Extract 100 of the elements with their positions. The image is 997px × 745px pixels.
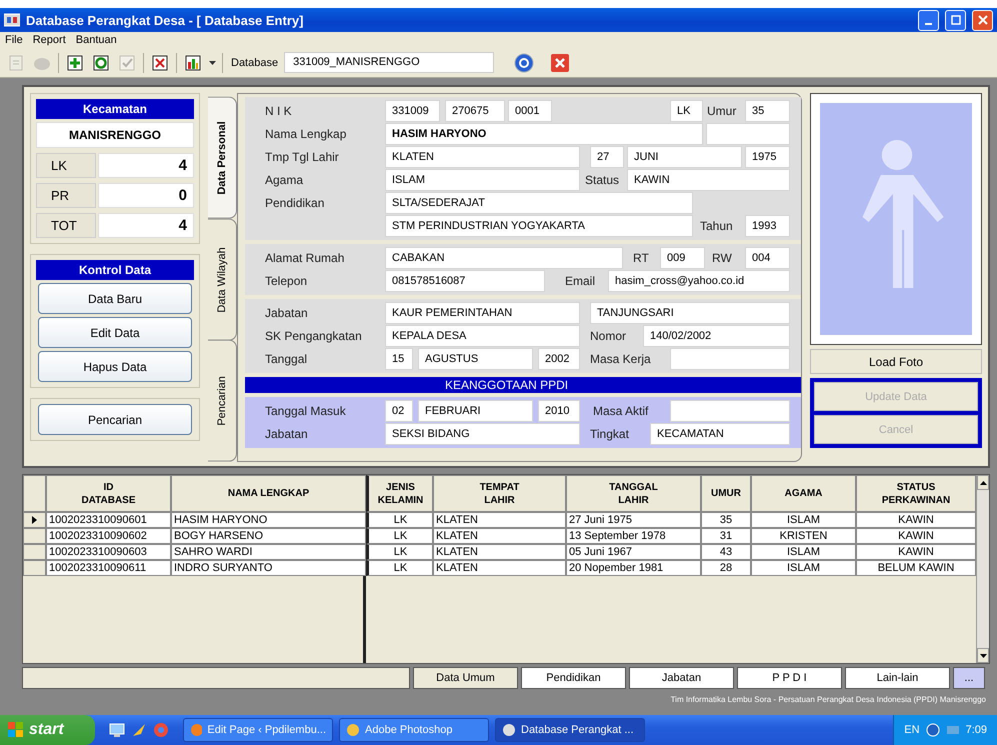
database-field[interactable]: 331009_MANISRENGGO — [284, 52, 494, 73]
table-cell: KAWIN — [856, 528, 976, 544]
input-field[interactable]: 35 — [745, 100, 790, 122]
load-photo-button[interactable]: Load Foto — [810, 349, 982, 374]
side-tab[interactable]: Pencarian — [208, 340, 237, 462]
input-field[interactable] — [670, 348, 790, 370]
toolbar-button[interactable] — [65, 52, 85, 72]
control-button[interactable]: Edit Data — [38, 317, 192, 348]
bottom-tab[interactable]: Pendidikan — [521, 667, 626, 689]
input-field[interactable]: 15 — [385, 348, 413, 370]
input-field[interactable]: 270675 — [445, 100, 505, 122]
input-field[interactable]: 1993 — [745, 215, 790, 237]
input-field[interactable]: KAUR PEMERINTAHAN — [385, 302, 580, 324]
input-field[interactable]: KECAMATAN — [650, 423, 790, 445]
input-field[interactable]: KAWIN — [627, 169, 790, 191]
table-cell: KLATEN — [433, 560, 566, 576]
bottom-tab[interactable]: P P D I — [737, 667, 842, 689]
table-cell: BELUM KAWIN — [856, 560, 976, 576]
input-field[interactable]: hasim_cross@yahoo.co.id — [608, 270, 790, 292]
taskbar-button[interactable]: Edit Page ‹ Ppdilembu... — [183, 718, 333, 742]
input-field[interactable]: 02 — [385, 400, 413, 422]
input-field[interactable]: SEKSI BIDANG — [385, 423, 580, 445]
field-label: Tmp Tgl Lahir — [265, 150, 340, 164]
bottom-tab[interactable]: Lain-lain — [845, 667, 950, 689]
column-header[interactable]: JENIS KELAMIN — [366, 475, 433, 512]
caret-icon[interactable] — [209, 60, 216, 64]
more-button[interactable]: ... — [953, 667, 985, 689]
input-field[interactable]: KEPALA DESA — [385, 325, 580, 347]
tray-icon[interactable] — [926, 723, 940, 737]
help-icon[interactable] — [514, 52, 534, 72]
person-placeholder-icon — [820, 103, 972, 335]
database-label: Database — [231, 56, 278, 68]
taskbar-button[interactable]: Database Perangkat ... — [495, 718, 645, 742]
column-header[interactable]: AGAMA — [751, 475, 856, 512]
input-field[interactable]: FEBRUARI — [418, 400, 533, 422]
input-field[interactable]: STM PERINDUSTRIAN YOGYAKARTA — [385, 215, 693, 237]
input-field[interactable]: JUNI — [627, 146, 742, 168]
control-button[interactable]: Data Baru — [38, 283, 192, 314]
close-icon — [152, 54, 168, 70]
column-header[interactable]: UMUR — [701, 475, 751, 512]
table-cell: 28 — [701, 560, 751, 576]
column-header[interactable]: ID DATABASE — [46, 475, 171, 512]
taskbar-button[interactable]: Adobe Photoshop — [339, 718, 489, 742]
input-field[interactable] — [670, 400, 790, 422]
minimize-button[interactable] — [918, 10, 939, 30]
field-label: Email — [565, 274, 596, 288]
close-button[interactable] — [972, 10, 993, 30]
input-field[interactable]: ISLAM — [385, 169, 580, 191]
input-field[interactable]: CABAKAN — [385, 247, 623, 269]
input-field[interactable]: 2002 — [538, 348, 580, 370]
document-icon — [9, 54, 23, 70]
table-cell: LK — [366, 544, 433, 560]
input-field[interactable]: 004 — [745, 247, 790, 269]
column-header[interactable]: STATUS PERKAWINAN — [856, 475, 976, 512]
column-header[interactable]: TEMPAT LAHIR — [433, 475, 566, 512]
table-cell: 20 Nopember 1981 — [566, 560, 701, 576]
input-field[interactable]: 009 — [660, 247, 705, 269]
table-cell: 05 Juni 1967 — [566, 544, 701, 560]
current-row-icon — [32, 516, 37, 524]
input-field[interactable]: SLTA/SEDERAJAT — [385, 192, 693, 214]
menu-item[interactable]: File — [5, 34, 23, 46]
scrollbar[interactable] — [976, 475, 989, 663]
input-field[interactable]: KLATEN — [385, 146, 580, 168]
input-field[interactable]: 081578516087 — [385, 270, 545, 292]
input-field[interactable]: TANJUNGSARI — [590, 302, 790, 324]
input-field[interactable]: 2010 — [538, 400, 580, 422]
input-field[interactable]: LK — [670, 100, 703, 122]
maximize-button[interactable] — [945, 10, 966, 30]
table-cell: KLATEN — [433, 528, 566, 544]
toolbar-button[interactable] — [183, 52, 203, 72]
menu-item[interactable]: Report — [32, 34, 66, 46]
control-button[interactable]: Hapus Data — [38, 351, 192, 382]
row-selector[interactable] — [23, 512, 46, 528]
maximize-icon — [950, 15, 960, 25]
input-field[interactable]: 1975 — [745, 146, 790, 168]
scroll-down-icon[interactable] — [980, 654, 986, 658]
app-icon — [190, 723, 202, 737]
column-header[interactable]: NAMA LENGKAP — [171, 475, 366, 512]
scroll-up-icon[interactable] — [980, 480, 986, 484]
side-tab[interactable]: Data Personal — [208, 97, 237, 219]
search-button[interactable]: Pencarian — [38, 404, 192, 435]
app-icon — [4, 13, 20, 27]
input-field[interactable]: 27 — [590, 146, 624, 168]
close-icon[interactable] — [550, 52, 570, 72]
input-field[interactable]: HASIM HARYONO — [385, 123, 703, 145]
toolbar-button[interactable] — [150, 52, 170, 72]
table-cell: KAWIN — [856, 544, 976, 560]
input-field[interactable]: AGUSTUS — [418, 348, 533, 370]
bottom-tab[interactable]: Data Umum — [413, 667, 518, 689]
input-field[interactable]: 0001 — [508, 100, 552, 122]
toolbar-button[interactable] — [91, 52, 111, 72]
column-header[interactable]: TANGGAL LAHIR — [566, 475, 701, 512]
bottom-tab[interactable]: Jabatan — [629, 667, 734, 689]
side-tab[interactable]: Data Wilayah — [208, 218, 237, 340]
input-field[interactable]: 331009 — [385, 100, 440, 122]
table-cell: KAWIN — [856, 512, 976, 528]
desktop-icon[interactable] — [109, 722, 125, 738]
input-field[interactable]: 140/02/2002 — [643, 325, 790, 347]
input-field[interactable] — [706, 123, 790, 145]
menu-item[interactable]: Bantuan — [76, 34, 117, 46]
